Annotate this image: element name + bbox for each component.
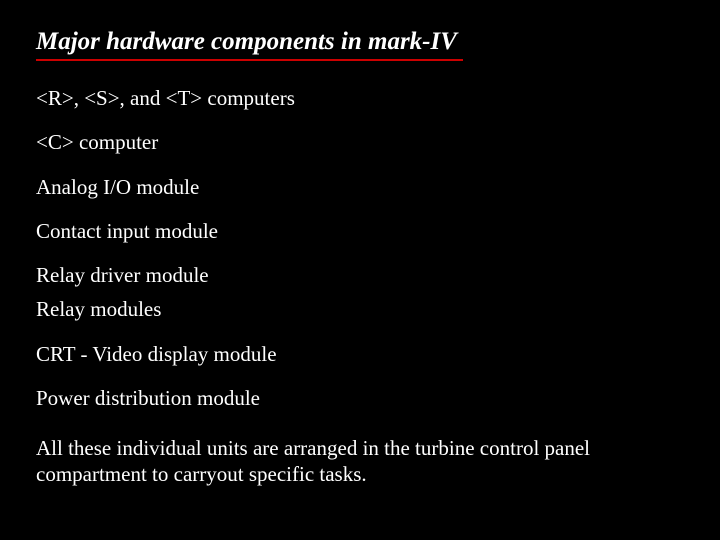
- summary-text: All these individual units are arranged …: [36, 435, 684, 488]
- list-item: Power distribution module: [36, 385, 684, 411]
- list-item: CRT - Video display module: [36, 341, 684, 367]
- list-item: Relay driver module: [36, 262, 684, 288]
- list-item: Contact input module: [36, 218, 684, 244]
- list-item: <R>, <S>, and <T> computers: [36, 85, 684, 111]
- list-item: Analog I/O module: [36, 174, 684, 200]
- list-item: <C> computer: [36, 129, 684, 155]
- list-item: Relay modules: [36, 296, 684, 322]
- page-title: Major hardware components in mark-IV: [36, 28, 463, 61]
